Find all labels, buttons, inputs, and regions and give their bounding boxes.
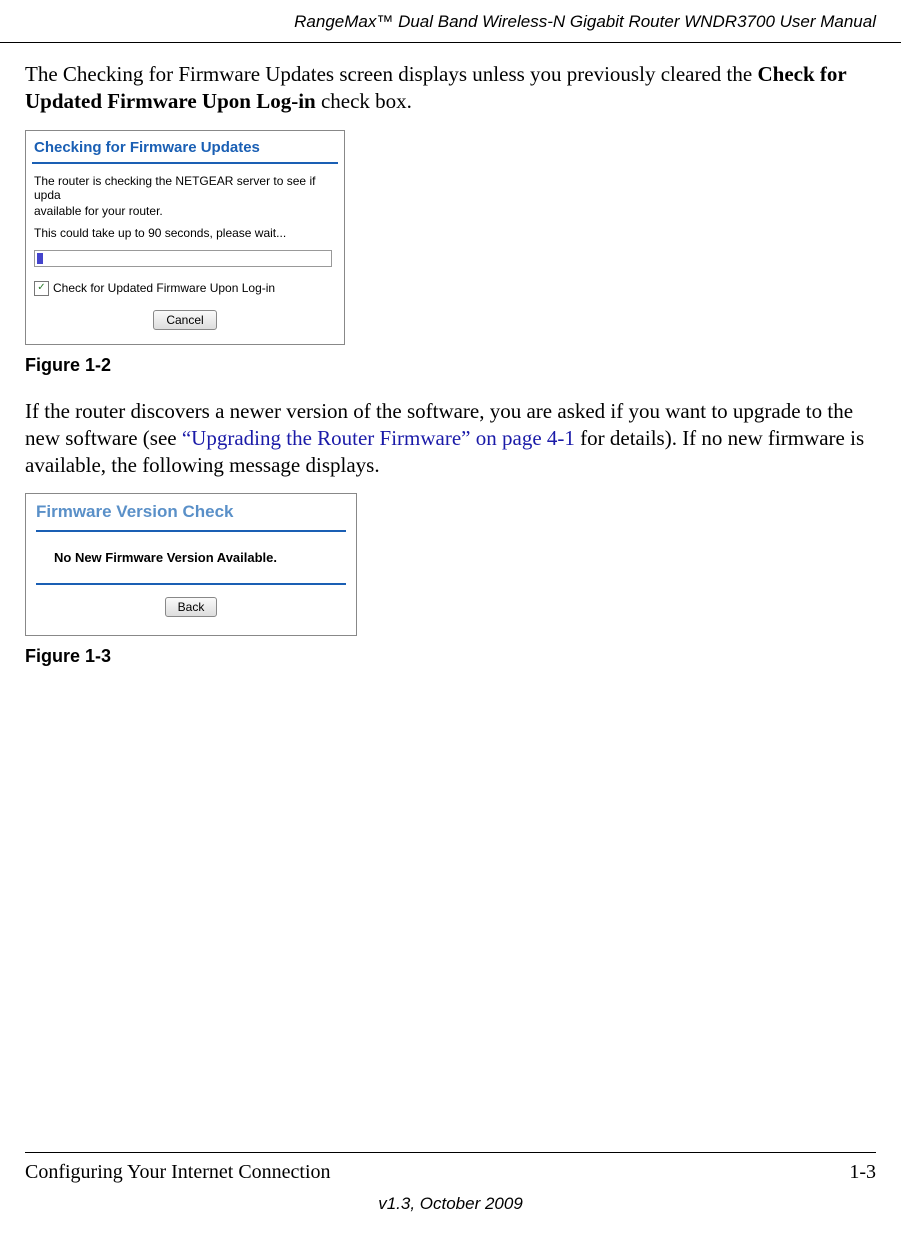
fig2-message: No New Firmware Version Available. (26, 536, 356, 579)
fig2-title: Firmware Version Check (26, 500, 356, 526)
figure-1-3-caption: Figure 1-3 (25, 646, 876, 667)
fig1-button-row: Cancel (26, 310, 344, 330)
fig1-separator (32, 162, 338, 164)
fig2-separator-bottom (36, 583, 346, 585)
fig1-progress-bar (34, 250, 332, 267)
cross-reference-link[interactable]: “Upgrading the Router Firmware” on page … (182, 426, 575, 450)
footer-version: v1.3, October 2009 (25, 1194, 876, 1214)
para1-post: check box. (316, 89, 412, 113)
figure-1-2-caption: Figure 1-2 (25, 355, 876, 376)
paragraph-2: If the router discovers a newer version … (25, 398, 876, 480)
footer-page-number: 1-3 (849, 1161, 876, 1184)
figure-1-2-screenshot: Checking for Firmware Updates The router… (25, 130, 345, 345)
page-header: RangeMax™ Dual Band Wireless-N Gigabit R… (0, 0, 901, 43)
fig1-line1: The router is checking the NETGEAR serve… (26, 174, 344, 204)
fig2-button-row: Back (26, 595, 356, 617)
figure-1-3-screenshot: Firmware Version Check No New Firmware V… (25, 493, 357, 636)
footer-rule (25, 1152, 876, 1153)
fig1-checkbox-label: Check for Updated Firmware Upon Log-in (53, 281, 275, 295)
footer-section: Configuring Your Internet Connection (25, 1161, 331, 1184)
page-content: The Checking for Firmware Updates screen… (0, 61, 901, 667)
paragraph-1: The Checking for Firmware Updates screen… (25, 61, 876, 116)
fig1-title: Checking for Firmware Updates (26, 137, 344, 162)
fig1-checkbox-row: ✓ Check for Updated Firmware Upon Log-in (26, 271, 344, 300)
footer-row: Configuring Your Internet Connection 1-3 (25, 1161, 876, 1184)
back-button[interactable]: Back (165, 597, 218, 617)
para1-pre: The Checking for Firmware Updates screen… (25, 62, 757, 86)
fig1-line3: This could take up to 90 seconds, please… (26, 220, 344, 242)
fig2-separator-top (36, 530, 346, 532)
manual-title: RangeMax™ Dual Band Wireless-N Gigabit R… (294, 12, 876, 31)
checkbox-icon[interactable]: ✓ (34, 281, 49, 296)
page-footer: Configuring Your Internet Connection 1-3… (25, 1152, 876, 1214)
fig1-line2: available for your router. (26, 204, 344, 220)
cancel-button[interactable]: Cancel (153, 310, 216, 330)
